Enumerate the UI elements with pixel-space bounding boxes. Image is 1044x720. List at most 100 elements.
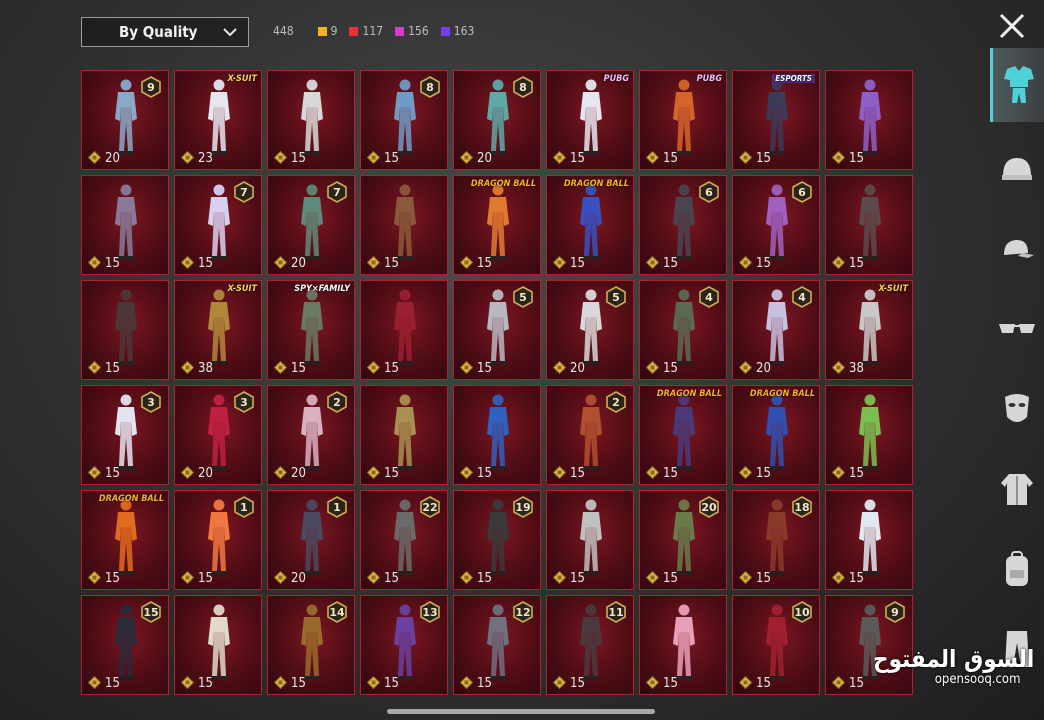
item-card[interactable]: DRAGON BALL 15 [81,490,169,590]
tier-number: 2 [333,396,341,409]
item-card[interactable]: 15 [639,595,727,695]
coin-icon [367,676,380,689]
sidebar-tab[interactable] [990,372,1044,446]
item-card[interactable]: 1 15 [174,490,262,590]
item-card[interactable]: 20 15 [639,490,727,590]
item-card[interactable]: 15 [267,70,355,170]
item-card[interactable]: ESPORTS 15 [732,70,820,170]
item-card[interactable]: 15 15 [81,595,169,695]
item-card[interactable]: 11 15 [546,595,634,695]
item-card[interactable]: 5 15 [453,280,541,380]
item-card[interactable]: DRAGON BALL 15 [639,385,727,485]
item-card[interactable]: SPY×FAMILY 15 [267,280,355,380]
home-indicator[interactable] [387,709,655,714]
sort-dropdown[interactable]: By Quality [81,17,249,47]
item-card[interactable]: 7 15 [174,175,262,275]
sidebar-tab[interactable] [990,132,1044,206]
item-count: 20 [477,151,492,166]
item-card[interactable]: X-SUIT 38 [825,280,913,380]
item-card[interactable]: 14 15 [267,595,355,695]
item-card[interactable]: 9 20 [81,70,169,170]
tier-number: 20 [701,501,717,514]
outfit-icon [1003,66,1034,103]
item-card[interactable]: 3 15 [81,385,169,485]
coin-icon [553,151,566,164]
item-card[interactable]: X-SUIT 38 [174,280,262,380]
character-outfit-icon [859,289,881,365]
item-card[interactable]: 15 [825,385,913,485]
tier-badge: 14 [327,601,347,623]
item-card[interactable]: 8 15 [360,70,448,170]
item-count: 15 [570,151,585,166]
item-count: 20 [291,256,306,271]
tier-badge: 9 [885,601,905,623]
tier-number: 9 [147,81,155,94]
quality-stats: 448 9 117 156 163 [273,24,486,38]
item-card[interactable]: 15 [174,595,262,695]
item-card[interactable]: 1 20 [267,490,355,590]
item-card[interactable]: 13 15 [360,595,448,695]
sidebar-tab[interactable] [990,452,1044,526]
item-card[interactable]: DRAGON BALL 15 [453,175,541,275]
item-card[interactable]: 15 [81,280,169,380]
item-count: 15 [384,256,399,271]
item-card[interactable]: PUBG 15 [546,70,634,170]
close-icon[interactable] [996,10,1028,42]
tier-number: 6 [705,186,713,199]
item-card[interactable]: 10 15 [732,595,820,695]
item-card[interactable]: 2 15 [546,385,634,485]
tier-badge: 8 [513,76,533,98]
collab-badge: X-SUIT [227,74,257,84]
item-card[interactable]: 4 15 [639,280,727,380]
item-card[interactable]: 2 20 [267,385,355,485]
item-card[interactable]: 6 15 [732,175,820,275]
item-card[interactable]: X-SUIT 23 [174,70,262,170]
tier-badge: 2 [606,391,626,413]
item-card[interactable]: 5 20 [546,280,634,380]
mask-icon [1005,394,1029,422]
item-count: 15 [849,466,864,481]
sidebar-tab[interactable] [990,532,1044,606]
sidebar-tab[interactable] [990,292,1044,366]
item-card[interactable]: PUBG 15 [639,70,727,170]
item-card[interactable]: 15 [546,490,634,590]
tier-badge: 9 [141,76,161,98]
item-card[interactable]: 7 20 [267,175,355,275]
item-card[interactable]: 15 [360,175,448,275]
item-count: 15 [384,571,399,586]
item-card[interactable]: 12 15 [453,595,541,695]
item-card[interactable]: 6 15 [639,175,727,275]
tier-badge: 1 [327,496,347,518]
character-outfit-icon [115,499,137,575]
tier-badge: 8 [420,76,440,98]
item-count: 20 [105,151,120,166]
item-card[interactable]: 4 20 [732,280,820,380]
tier-number: 4 [798,291,806,304]
item-card[interactable]: 15 [360,280,448,380]
item-card[interactable]: 22 15 [360,490,448,590]
item-card[interactable]: 3 20 [174,385,262,485]
character-outfit-icon [394,289,416,365]
coin-icon [553,466,566,479]
helmet-icon [1002,158,1032,180]
collab-badge: DRAGON BALL [749,389,815,399]
item-card[interactable]: 15 [81,175,169,275]
coin-icon [553,361,566,374]
sidebar-tab[interactable] [990,48,1044,122]
item-card[interactable]: 15 [360,385,448,485]
item-card[interactable]: DRAGON BALL 15 [546,175,634,275]
item-card[interactable]: 15 [825,175,913,275]
item-card[interactable]: 19 15 [453,490,541,590]
item-card[interactable]: 15 [825,490,913,590]
tier-badge: 7 [327,181,347,203]
sidebar-tab[interactable] [990,212,1044,286]
item-count: 20 [291,466,306,481]
item-card[interactable]: 8 20 [453,70,541,170]
item-card[interactable]: 18 15 [732,490,820,590]
item-card[interactable]: 15 [453,385,541,485]
item-card[interactable]: 15 [825,70,913,170]
item-card[interactable]: DRAGON BALL 15 [732,385,820,485]
character-outfit-icon [859,394,881,470]
item-count: 15 [198,256,213,271]
item-count: 15 [291,361,306,376]
